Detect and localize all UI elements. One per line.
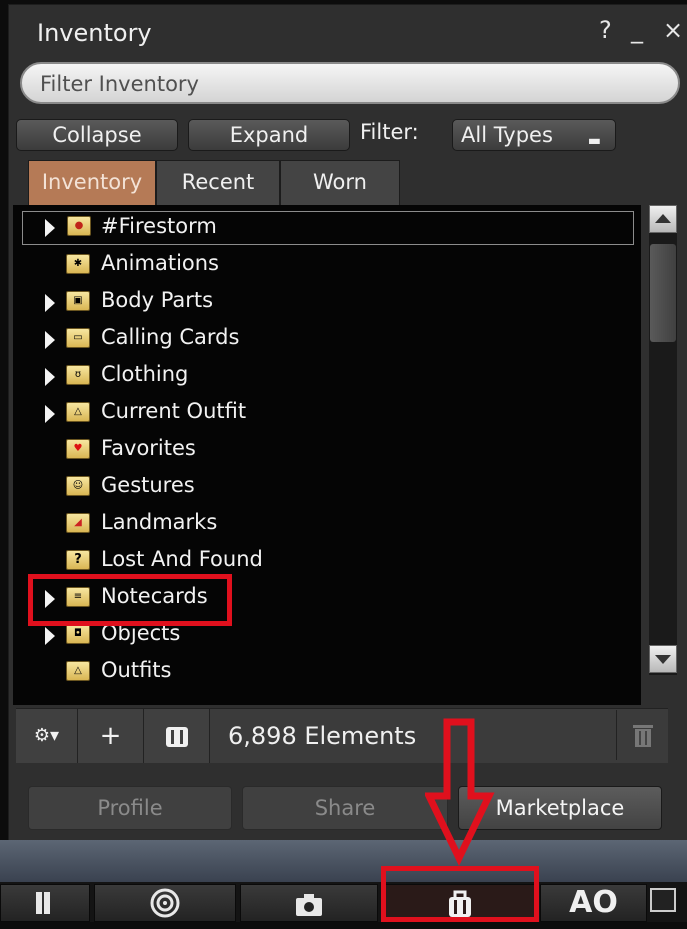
lost-and-found-folder-icon: ?	[66, 550, 90, 570]
ao-toggle-checkbox[interactable]	[650, 888, 676, 912]
window-title: Inventory	[37, 19, 152, 47]
help-icon[interactable]: ?	[599, 15, 612, 45]
landmarks-folder-icon: ◢	[66, 513, 90, 533]
new-window-button[interactable]	[144, 709, 210, 763]
tree-item-firestorm[interactable]: ● #Firestorm	[22, 211, 634, 245]
tree-item-label: Favorites	[101, 436, 196, 460]
tree-item-lost-and-found[interactable]: ? Lost And Found	[13, 544, 633, 578]
ao-button[interactable]: AO	[540, 884, 647, 922]
expand-arrow-icon[interactable]	[45, 405, 55, 423]
expand-arrow-icon[interactable]	[45, 368, 55, 386]
tree-item-landmarks[interactable]: ◢ Landmarks	[13, 507, 633, 541]
red-arrow-icon	[425, 718, 495, 867]
tree-item-label: Lost And Found	[101, 547, 263, 571]
title-bar: Inventory ? _ ×	[9, 5, 687, 55]
scroll-thumb[interactable]	[650, 244, 676, 342]
tree-item-animations[interactable]: ✱ Animations	[13, 248, 633, 282]
tree-item-body-parts[interactable]: ▣ Body Parts	[13, 285, 633, 319]
scroll-down-icon[interactable]	[649, 645, 677, 673]
tree-item-label: Animations	[101, 251, 220, 275]
current-outfit-folder-icon: △	[66, 402, 90, 422]
bottom-toolbar: AO	[0, 882, 687, 922]
scroll-up-icon[interactable]	[649, 205, 677, 233]
filter-type-value: All Types	[461, 123, 553, 147]
expand-arrow-icon[interactable]	[45, 294, 55, 312]
chevron-down-icon: ▬	[587, 133, 601, 149]
tab-inventory[interactable]: Inventory	[28, 160, 156, 206]
expand-button[interactable]: Expand	[188, 119, 350, 151]
expand-arrow-icon[interactable]	[45, 627, 55, 645]
element-count: 6,898 Elements	[228, 722, 417, 750]
minimize-icon[interactable]: _	[631, 15, 643, 45]
profile-button[interactable]: Profile	[28, 786, 232, 830]
favorites-folder-icon: ♥	[66, 439, 90, 459]
tab-recent[interactable]: Recent	[156, 160, 280, 206]
tree-item-label: Landmarks	[101, 510, 218, 534]
body-parts-folder-icon: ▣	[66, 291, 90, 311]
tree-item-label: Current Outfit	[101, 399, 247, 423]
gestures-folder-icon: ☺	[66, 476, 90, 496]
bag-icon	[165, 727, 188, 747]
radar-icon[interactable]	[94, 884, 236, 922]
tree-item-label: Gestures	[101, 473, 195, 497]
search-placeholder: Filter Inventory	[40, 72, 199, 96]
objects-folder-icon: ◘	[66, 624, 90, 644]
ao-label: AO	[569, 885, 618, 920]
tab-worn[interactable]: Worn	[280, 160, 400, 206]
gear-menu-button[interactable]: ⚙▾	[16, 709, 78, 763]
tree-item-favorites[interactable]: ♥ Favorites	[13, 433, 633, 467]
filter-inventory-input[interactable]: Filter Inventory	[20, 62, 680, 104]
tree-item-label: Body Parts	[101, 288, 214, 312]
inventory-tree: ● #Firestorm ✱ Animations ▣ Body Parts ▭…	[13, 205, 641, 705]
tree-item-current-outfit[interactable]: △ Current Outfit	[13, 396, 633, 430]
tree-item-gestures[interactable]: ☺ Gestures	[13, 470, 633, 504]
firestorm-folder-icon: ●	[67, 216, 91, 236]
tree-item-label: #Firestorm	[101, 214, 217, 238]
map-icon[interactable]	[0, 884, 90, 922]
calling-cards-folder-icon: ▭	[66, 328, 90, 348]
tree-item-outfits[interactable]: △ Outfits	[13, 655, 633, 689]
inventory-button-highlight-box	[381, 866, 539, 922]
expand-arrow-icon[interactable]	[45, 331, 55, 349]
trash-icon[interactable]	[616, 710, 669, 760]
outfits-folder-icon: △	[66, 661, 90, 681]
snapshot-camera-icon[interactable]	[240, 884, 378, 922]
animations-folder-icon: ✱	[66, 254, 90, 274]
tree-item-label: Clothing	[101, 362, 189, 386]
add-button[interactable]: +	[78, 709, 144, 763]
close-icon[interactable]: ×	[663, 15, 683, 45]
expand-arrow-icon[interactable]	[45, 219, 55, 237]
filter-type-select[interactable]: All Types ▬	[452, 119, 616, 151]
tree-item-clothing[interactable]: ʊ Clothing	[13, 359, 633, 393]
collapse-button[interactable]: Collapse	[16, 119, 178, 151]
filter-label: Filter:	[360, 120, 419, 144]
tree-item-label: Calling Cards	[101, 325, 240, 349]
tree-item-calling-cards[interactable]: ▭ Calling Cards	[13, 322, 633, 356]
world-view-strip	[0, 840, 687, 882]
notecards-highlight-box	[28, 574, 232, 626]
share-button[interactable]: Share	[242, 786, 448, 830]
clothing-folder-icon: ʊ	[66, 365, 90, 385]
tree-item-label: Outfits	[101, 658, 172, 682]
